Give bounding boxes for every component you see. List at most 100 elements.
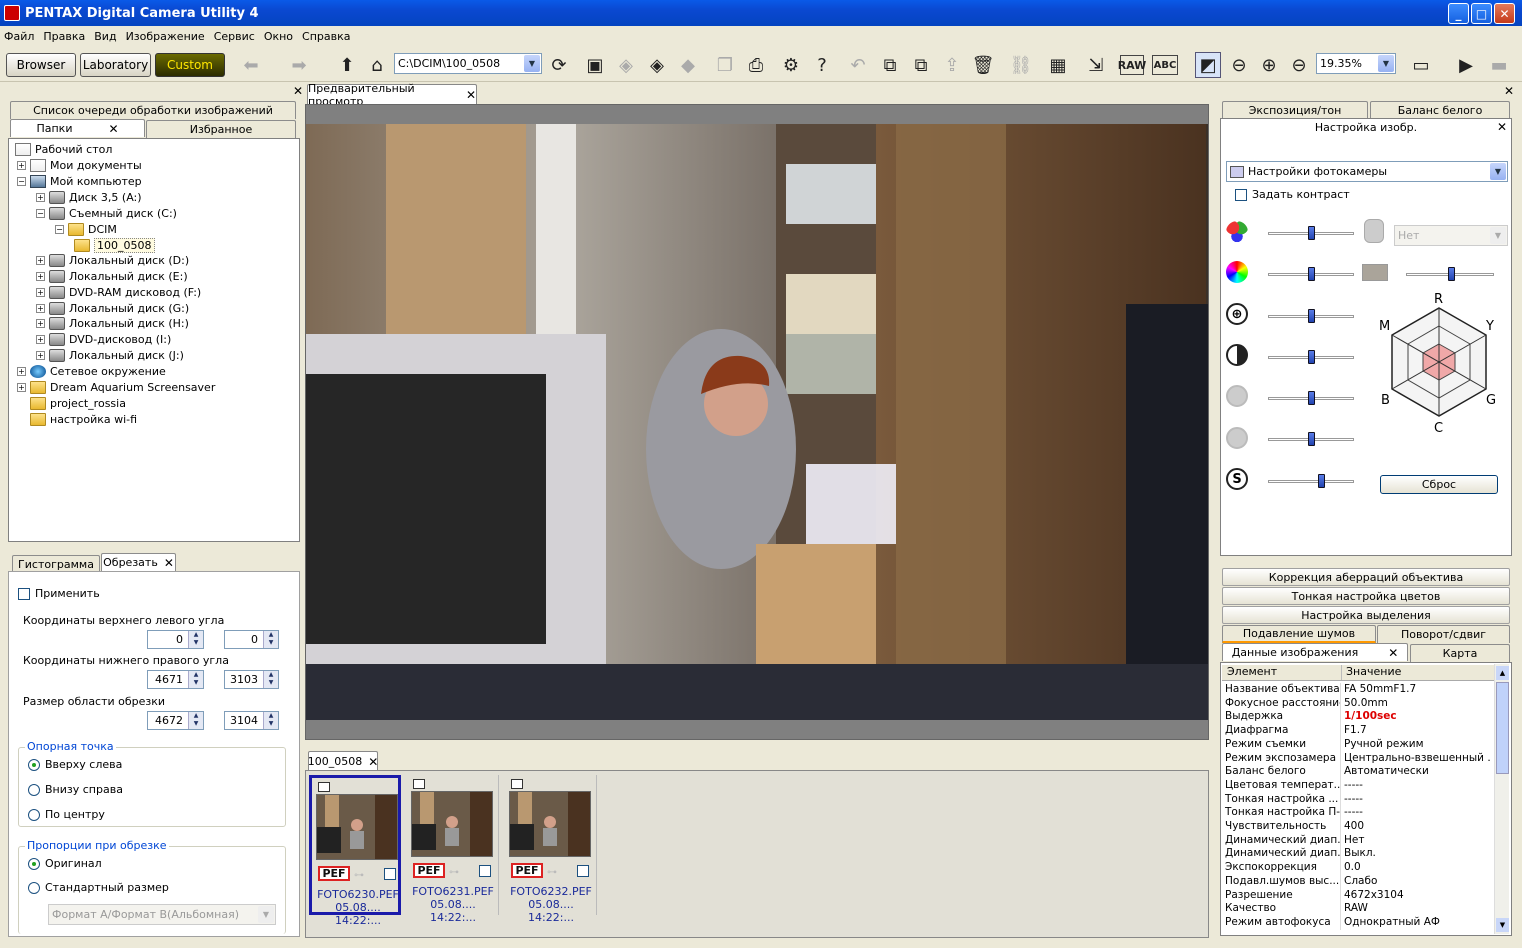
menu-edit[interactable]: Правка (43, 30, 85, 43)
close-icon[interactable]: ✕ (368, 755, 378, 769)
col-value-header[interactable]: Значение (1341, 665, 1401, 680)
checkbox-box[interactable] (1235, 188, 1247, 201)
color-finetune-button[interactable]: Тонкая настройка цветов (1222, 587, 1510, 605)
slider-thumb[interactable] (1307, 391, 1315, 405)
home-icon[interactable]: ⌂ (364, 52, 390, 78)
menu-image[interactable]: Изображение (126, 30, 205, 43)
chevron-down-icon[interactable]: ▼ (1378, 55, 1394, 72)
thumbnail-image[interactable] (316, 794, 398, 860)
back-arrow-icon[interactable]: ⬅ (238, 52, 264, 78)
anchor-top-left-radio[interactable]: Вверху слева (28, 758, 122, 771)
select-checkbox[interactable] (577, 865, 589, 877)
data-scrollbar[interactable]: ▲ ▼ (1494, 664, 1509, 934)
slider-thumb[interactable] (1307, 267, 1315, 281)
radio-dot[interactable] (28, 857, 40, 870)
tab-folder-filmstrip[interactable]: 100_0508 ✕ (308, 751, 378, 771)
tab-processing-queue[interactable]: Список очереди обработки изображений (10, 101, 296, 119)
top-left-x-input[interactable]: 0 ▲ ▼ (147, 630, 204, 649)
table-row[interactable]: Выдержка 1/100sec (1222, 710, 1492, 725)
path-combobox[interactable]: C:\DCIM\100_0508 ▼ (394, 53, 542, 74)
close-icon[interactable]: ✕ (466, 88, 476, 102)
bottom-right-x-input[interactable]: 4671 ▲ ▼ (147, 670, 204, 689)
help-icon[interactable]: ? (809, 52, 835, 78)
expand-toggle-icon[interactable]: + (36, 256, 45, 265)
tree-item[interactable]: + Сетевое окружение (17, 365, 166, 378)
text-overlay-icon[interactable]: ABC (1152, 55, 1178, 75)
link-icon[interactable]: ⛓ (1008, 52, 1034, 78)
slider-thumb[interactable] (1317, 474, 1325, 488)
table-row[interactable]: Диафрагма F1.7 (1222, 724, 1492, 739)
radio-dot[interactable] (28, 758, 40, 771)
menu-help[interactable]: Справка (302, 30, 350, 43)
format-select[interactable]: Формат А/Формат В(Альбомная) ▼ (48, 904, 276, 925)
chevron-down-icon[interactable]: ▼ (1490, 227, 1506, 244)
zoom-in-icon[interactable]: ⊕ (1256, 52, 1282, 78)
close-button[interactable]: ✕ (1494, 3, 1515, 24)
expand-toggle-icon[interactable]: + (17, 161, 26, 170)
table-row[interactable]: Экспокоррекция 0.0 (1222, 861, 1492, 876)
radio-dot[interactable] (28, 808, 40, 821)
contrast-checkbox[interactable]: Задать контраст (1235, 188, 1350, 201)
radio-dot[interactable] (28, 881, 40, 894)
tree-item[interactable]: + Локальный диск (H:) (36, 317, 189, 330)
tree-item[interactable]: + Локальный диск (E:) (36, 270, 188, 283)
minimize-button[interactable]: _ (1448, 3, 1469, 24)
tree-item[interactable]: − DCIM (55, 223, 117, 236)
radio-dot[interactable] (28, 783, 40, 796)
tab-rotate-shift[interactable]: Поворот/сдвиг (1377, 625, 1510, 643)
browser-mode-button[interactable]: Browser (6, 53, 76, 77)
scroll-down-icon[interactable]: ▼ (1496, 918, 1509, 932)
expand-toggle-icon[interactable]: + (36, 335, 45, 344)
tree-item[interactable]: Рабочий стол (15, 143, 112, 156)
zoom-combobox[interactable]: 19.35% ▼ (1316, 53, 1396, 74)
preview-photo[interactable] (306, 124, 1208, 720)
diamond-arrow-icon[interactable]: ◈ (644, 52, 670, 78)
spin-arrows-icon[interactable]: ▲ ▼ (188, 671, 203, 688)
zoom-minus-icon[interactable]: ⊖ (1286, 52, 1312, 78)
tab-map[interactable]: Карта (1410, 644, 1510, 662)
grid-view-icon[interactable]: ▦ (1045, 52, 1071, 78)
chevron-down-icon[interactable]: ▼ (1490, 163, 1506, 180)
window-layout-icon[interactable]: ▭ (1408, 52, 1434, 78)
adjust-slider[interactable] (1268, 226, 1354, 240)
fit-icon[interactable]: ⇲ (1083, 52, 1109, 78)
histogram-view-icon[interactable]: ◩ (1195, 52, 1221, 78)
expand-toggle-icon[interactable]: + (17, 367, 26, 376)
hue-slider[interactable] (1406, 267, 1494, 281)
table-row[interactable]: Режим съемки Ручной режим (1222, 737, 1492, 752)
table-row[interactable]: Тонкая настройка П-З ----- (1222, 806, 1492, 821)
diamond-fill-icon[interactable]: ◆ (675, 52, 701, 78)
export-icon[interactable]: ⇪ (939, 52, 965, 78)
tab-noise-reduction[interactable]: Подавление шумов (1222, 625, 1376, 643)
expand-toggle-icon[interactable]: − (17, 177, 26, 186)
anchor-bottom-right-radio[interactable]: Внизу справа (28, 783, 123, 796)
crop-width-input[interactable]: 4672 ▲ ▼ (147, 711, 204, 730)
raw-icon[interactable]: RAW (1118, 55, 1146, 75)
custom-mode-button[interactable]: Custom (155, 53, 225, 77)
fullscreen-icon[interactable]: ▬ (1486, 52, 1512, 78)
menu-file[interactable]: Файл (4, 30, 34, 43)
table-row[interactable]: Динамический диап... Нет (1222, 833, 1492, 848)
adjust-slider[interactable] (1268, 309, 1354, 323)
thumbnail-image[interactable] (411, 791, 493, 857)
diamond-icon[interactable]: ◈ (613, 52, 639, 78)
rotate-right-icon[interactable]: ⧉ (908, 52, 934, 78)
thumbnail-image[interactable] (509, 791, 591, 857)
scroll-thumb[interactable] (1496, 682, 1509, 774)
expand-toggle-icon[interactable]: + (36, 304, 45, 313)
expand-toggle-icon[interactable]: + (36, 351, 45, 360)
tree-item[interactable]: − Съемный диск (C:) (36, 207, 177, 220)
tree-item[interactable]: project_rossia (30, 397, 126, 410)
forward-arrow-icon[interactable]: ➡ (286, 52, 312, 78)
close-icon[interactable]: ✕ (108, 122, 118, 136)
tree-item[interactable]: настройка wi-fi (30, 413, 137, 426)
adjust-slider[interactable] (1268, 267, 1354, 281)
anchor-center-radio[interactable]: По центру (28, 808, 105, 821)
undo-icon[interactable]: ↶ (845, 52, 871, 78)
adjust-slider[interactable] (1268, 474, 1354, 488)
lens-aberration-button[interactable]: Коррекция аберраций объектива (1222, 568, 1510, 586)
top-left-y-input[interactable]: 0 ▲ ▼ (224, 630, 279, 649)
spin-arrows-icon[interactable]: ▲ ▼ (263, 712, 278, 729)
menu-window[interactable]: Окно (264, 30, 293, 43)
table-row[interactable]: Название объектива FA 50mmF1.7 (1222, 683, 1492, 697)
